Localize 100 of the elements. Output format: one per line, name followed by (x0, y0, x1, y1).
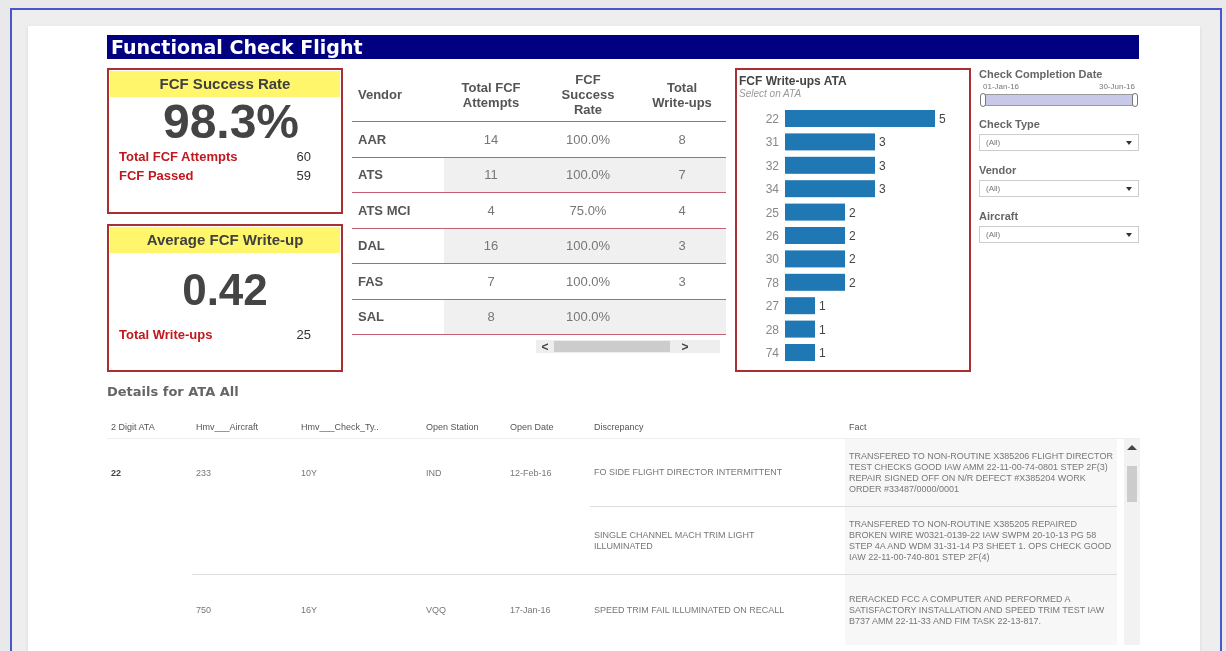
table-cell-text: 10Y (300, 466, 318, 480)
table-cell-text: 16Y (300, 603, 318, 617)
table-cell: TRANSFERED TO NON-ROUTINE X385205 REPAIRED BROKEN WIRE W0321-0139-22 IAW SWPM 20-10-13 PG 58 STEP 4A AND WDM 31-31-14 P3 SHEET 1. OPS CHECK GOOD IAW 22-11-00-740-801 STEP 2F(4) (845, 507, 1117, 575)
data-label: 1 (819, 346, 826, 360)
axis-label: 25 (765, 205, 779, 220)
table-cell: 100.0% (538, 157, 638, 192)
table-cell-text: 22 (110, 466, 122, 480)
table-cell-text: SAL (357, 308, 385, 326)
table-cell: TRANSFERED TO NON-ROUTINE X385206 FLIGHT DIRECTOR TEST CHECKS GOOD IAW AMM 22-11-00-74-0801 STEP 2F(3) REPAIR SIGNED OFF ON N/R DEFECT #X385204 WORK ORDER #33487/0000/0001 (845, 439, 1117, 507)
kpi-value: 0.42 (181, 264, 269, 316)
range-start: 01-Jan-16 (983, 81, 1020, 93)
filter-dropdown[interactable]: (All) (979, 226, 1139, 243)
table-cell-text: 233 (195, 466, 213, 480)
table-cell: 7 (638, 157, 726, 192)
axis-label: 26 (765, 229, 779, 243)
dropdown-caret-icon (1126, 232, 1132, 237)
chart-subtitle: Select on ATA (739, 88, 803, 100)
bar[interactable] (785, 320, 815, 338)
table-cell-text: 3 (677, 272, 687, 291)
table-cell-text: AAR (357, 130, 388, 149)
stat-value: 59 (296, 167, 312, 185)
table-cell: 3 (638, 228, 726, 263)
scroll-up-icon (1127, 445, 1137, 450)
bar[interactable] (785, 203, 845, 221)
axis-label: 27 (765, 299, 779, 314)
scroll-right-button[interactable]: > (670, 340, 700, 353)
slider-handle[interactable] (1132, 93, 1138, 107)
table-cell-text: IND (425, 466, 443, 480)
axis-label: 28 (765, 322, 779, 337)
table-cell-text: FAS (357, 272, 385, 291)
section-heading: Details for ATA All (107, 384, 240, 400)
table-cell: 8 (444, 299, 538, 334)
table-cell: 16 (444, 228, 538, 263)
data-label: 2 (849, 275, 856, 290)
table-cell-text: 14 (482, 130, 500, 149)
table-cell-text: 17-Jan-16 (509, 603, 552, 617)
kpi-value: 98.3% (161, 97, 301, 147)
filter-label: Vendor (979, 164, 1018, 177)
table-cell-text: DAL (357, 237, 386, 255)
table-cell-text: SPEED TRIM FAIL ILLUMINATED ON RECALL (593, 603, 786, 617)
dashboard-title: Functional Check Flight (107, 35, 1139, 59)
column-header: Hmv___Check_Ty.. (300, 420, 380, 434)
bar[interactable] (785, 297, 815, 315)
axis-label: 34 (765, 182, 779, 197)
chart-title: FCF Write-ups ATA (739, 74, 848, 88)
bar[interactable] (785, 273, 845, 291)
data-label: 2 (849, 205, 856, 220)
axis-label: 78 (765, 275, 779, 290)
column-header: Discrepancy (593, 420, 645, 434)
table-cell: 100.0% (538, 228, 638, 263)
filter-dropdown[interactable]: (All) (979, 134, 1139, 151)
column-header: Hmv___Aircraft (195, 420, 259, 434)
stat-value: 25 (296, 326, 312, 344)
dropdown-caret-icon (1126, 186, 1132, 191)
filter-label: Check Completion Date (979, 68, 1104, 81)
bar[interactable] (785, 180, 875, 198)
data-label: 1 (819, 322, 826, 337)
table-cell: 100.0% (538, 299, 638, 334)
table-cell: 11 (444, 157, 538, 192)
dropdown-caret-icon (1126, 140, 1132, 145)
stat-label: Total Write-ups (119, 326, 213, 344)
kpi-title: FCF Success Rate (110, 71, 340, 97)
axis-label: 74 (765, 346, 779, 360)
column-header: Fact (848, 420, 868, 434)
axis-label: 22 (765, 112, 779, 126)
bar[interactable] (785, 133, 875, 151)
scroll-left-button[interactable]: < (536, 340, 554, 353)
column-header: Open Date (509, 420, 555, 434)
slider-handle[interactable] (980, 93, 986, 107)
filter-label: Check Type (979, 118, 1041, 131)
table-cell-text: VQQ (425, 603, 447, 617)
bar[interactable] (785, 156, 875, 174)
table-cell-text: 8 (677, 130, 687, 149)
axis-label: 32 (765, 158, 779, 173)
table-cell: RERACKED FCC A COMPUTER AND PERFORMED A SATISFACTORY INSTALLATION AND SPEED TRIM TEST IAW B737 AMM 22-11-33 AND FIM TASK 22-13-817. (845, 575, 1117, 645)
column-header: Total FCF Attempts (460, 79, 522, 110)
data-label: 1 (819, 299, 826, 314)
table-cell-text: 100.0% (564, 272, 612, 291)
data-label: 3 (879, 158, 886, 173)
column-header: 2 Digit ATA (110, 420, 156, 434)
data-label: 3 (879, 182, 886, 197)
date-range-slider[interactable] (981, 94, 1137, 106)
bar[interactable] (785, 250, 845, 268)
stat-label: FCF Passed (119, 167, 194, 185)
column-header: Open Station (425, 420, 480, 434)
filter-dropdown[interactable]: (All) (979, 180, 1139, 197)
scroll-thumb (1127, 466, 1137, 502)
table-cell-text: ATS (357, 166, 385, 184)
table-cell-text: 4 (486, 201, 496, 220)
stat-value: 60 (296, 148, 312, 166)
table-cell-text: 750 (195, 603, 213, 617)
table-cell-text: 4 (677, 201, 687, 220)
table-cell-text: ATS MCI (357, 201, 412, 220)
column-header: Total Write-ups (651, 79, 713, 110)
table-cell-text: 100.0% (564, 130, 612, 149)
column-header: Vendor (358, 87, 404, 102)
range-end: 30-Jun-16 (1098, 81, 1135, 93)
axis-label: 30 (765, 252, 779, 267)
data-label: 5 (939, 112, 946, 126)
kpi-title: Average FCF Write-up (110, 227, 340, 253)
